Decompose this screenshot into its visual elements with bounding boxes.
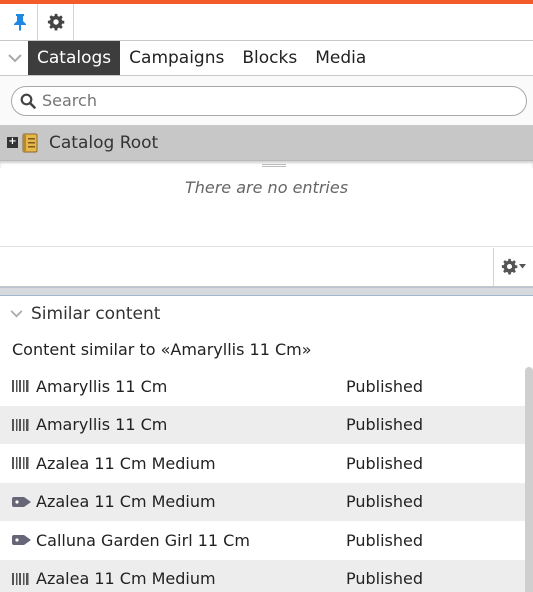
item-name: Azalea 11 Cm Medium — [36, 453, 216, 473]
item-name: Calluna Garden Girl 11 Cm — [36, 530, 250, 550]
list-item[interactable]: Azalea 11 Cm Medium Published — [0, 559, 533, 592]
similar-subtitle: Content similar to «Amaryllis 11 Cm» — [12, 339, 312, 359]
tab-campaigns[interactable]: Campaigns — [120, 41, 233, 75]
price-tag-icon — [12, 494, 32, 510]
list-item[interactable]: Calluna Garden Girl 11 Cm Published — [0, 521, 533, 560]
item-name: Azalea 11 Cm Medium — [36, 492, 216, 512]
chevron-down-icon — [10, 309, 23, 317]
search-box[interactable] — [11, 85, 527, 116]
list-item[interactable]: Azalea 11 Cm Medium Published — [0, 482, 533, 521]
tab-catalogs[interactable]: Catalogs — [28, 41, 121, 75]
tree-node-label: Catalog Root — [49, 132, 159, 153]
barcode-icon — [12, 417, 32, 433]
item-status: Published — [346, 492, 424, 512]
barcode-icon — [12, 455, 32, 471]
tree-node-catalog-root[interactable]: + Catalog Root — [0, 125, 533, 160]
expand-icon[interactable]: + — [7, 137, 18, 148]
item-status: Published — [346, 453, 424, 473]
entries-area — [0, 206, 533, 247]
item-status: Published — [346, 376, 424, 396]
toolbar — [0, 4, 533, 41]
section-divider[interactable] — [0, 287, 533, 296]
settings-menu-button[interactable] — [493, 247, 533, 286]
gear-icon — [501, 258, 518, 275]
gear-icon — [47, 13, 64, 31]
list-item[interactable]: Amaryllis 11 Cm Published — [0, 367, 533, 406]
tab-media[interactable]: Media — [306, 41, 375, 75]
barcode-icon — [12, 378, 32, 394]
splitter-handle[interactable] — [262, 164, 286, 167]
settings-button[interactable] — [38, 4, 74, 40]
item-status: Published — [346, 569, 424, 589]
section-title: Similar content — [31, 303, 161, 324]
item-name: Amaryllis 11 Cm — [36, 376, 168, 396]
empty-message: There are no entries — [184, 177, 349, 197]
pin-button[interactable] — [2, 4, 38, 40]
pane-splitter[interactable] — [0, 160, 533, 168]
pin-icon — [13, 14, 26, 31]
chevron-down-icon — [8, 53, 22, 62]
tab-bar: Catalogs Campaigns Blocks Media — [0, 41, 533, 76]
barcode-icon — [12, 571, 32, 587]
similar-content-header[interactable]: Similar content — [0, 296, 533, 331]
item-name: Azalea 11 Cm Medium — [36, 569, 216, 589]
scrollbar[interactable] — [525, 367, 533, 592]
item-status: Published — [346, 415, 424, 435]
list-item[interactable]: Amaryllis 11 Cm Published — [0, 405, 533, 444]
search-area — [0, 76, 533, 125]
search-input[interactable] — [42, 91, 526, 110]
catalog-icon — [22, 133, 38, 152]
search-icon — [20, 93, 36, 109]
caret-down-icon — [519, 264, 526, 269]
tab-blocks[interactable]: Blocks — [233, 41, 306, 75]
item-name: Amaryllis 11 Cm — [36, 415, 168, 435]
price-tag-icon — [12, 532, 32, 548]
item-status: Published — [346, 530, 424, 550]
list-item[interactable]: Azalea 11 Cm Medium Published — [0, 444, 533, 483]
collapse-toggle[interactable] — [2, 41, 28, 75]
similar-list: Amaryllis 11 Cm Published Amaryllis 11 C… — [0, 367, 533, 592]
pane-footer — [0, 247, 533, 287]
